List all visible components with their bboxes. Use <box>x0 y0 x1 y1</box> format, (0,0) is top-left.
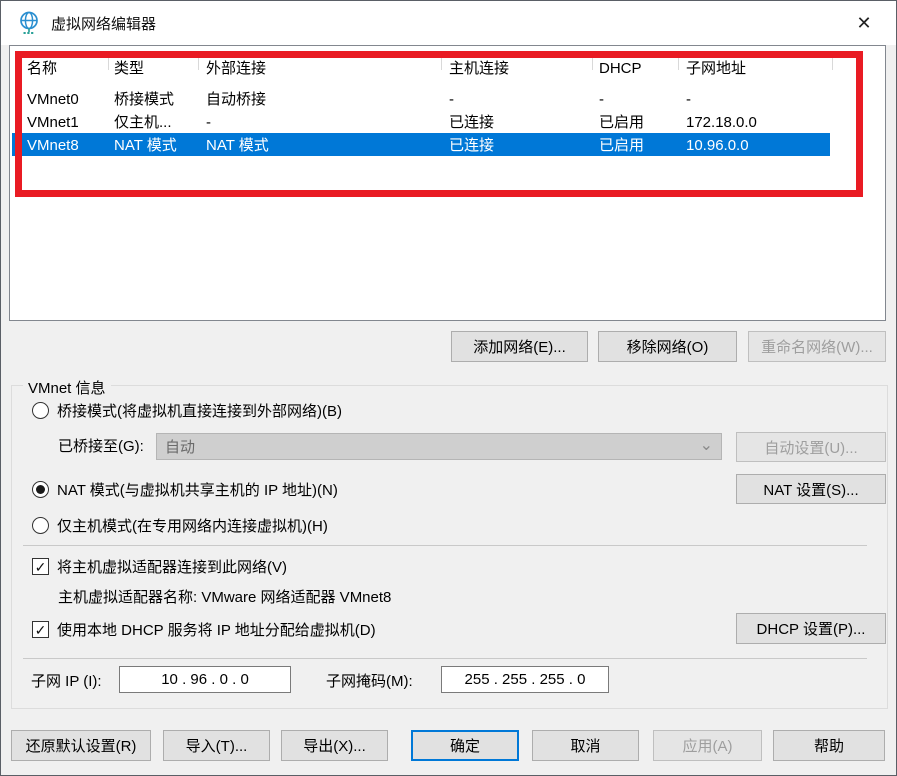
apply-button: 应用(A) <box>653 730 762 761</box>
remove-network-button[interactable]: 移除网络(O) <box>598 331 737 362</box>
bridged-to-label: 已桥接至(G): <box>58 437 144 457</box>
cell: 自动桥接 <box>206 88 266 111</box>
window-title: 虚拟网络编辑器 <box>51 13 156 34</box>
cell: - <box>686 88 691 111</box>
bridged-mode-radio[interactable] <box>32 402 49 419</box>
import-button[interactable]: 导入(T)... <box>163 730 270 761</box>
export-button[interactable]: 导出(X)... <box>281 730 388 761</box>
connect-adapter-checkbox[interactable]: ✓ <box>32 558 49 575</box>
header-divider <box>198 52 199 70</box>
add-network-button[interactable]: 添加网络(E)... <box>451 331 588 362</box>
cell: 已连接 <box>449 134 494 157</box>
column-header-dhcp[interactable]: DHCP <box>599 57 642 80</box>
network-globe-icon <box>16 10 42 36</box>
dhcp-settings-button[interactable]: DHCP 设置(P)... <box>736 613 886 644</box>
cell: VMnet0 <box>27 88 79 111</box>
cell: 172.18.0.0 <box>686 111 757 134</box>
vmnet-info-label: VMnet 信息 <box>23 377 111 398</box>
virtual-network-editor-window: 虚拟网络编辑器 ✕ 名称 类型 外部连接 主机连接 DHCP 子网地址 VMne… <box>0 0 897 776</box>
adapter-name-text: 主机虚拟适配器名称: VMware 网络适配器 VMnet8 <box>58 588 391 608</box>
bridged-to-value: 自动 <box>165 436 195 457</box>
header-divider <box>108 52 109 70</box>
check-icon: ✓ <box>35 623 47 637</box>
subnet-mask-label: 子网掩码(M): <box>326 672 413 692</box>
column-header-name[interactable]: 名称 <box>27 57 57 80</box>
check-icon: ✓ <box>35 560 47 574</box>
bridged-to-select: 自动 ⌄ <box>156 433 722 460</box>
connect-adapter-label[interactable]: 将主机虚拟适配器连接到此网络(V) <box>57 558 287 578</box>
cell: VMnet1 <box>27 111 79 134</box>
cell: NAT 模式 <box>114 134 177 157</box>
bridged-mode-label[interactable]: 桥接模式(将虚拟机直接连接到外部网络)(B) <box>57 402 342 422</box>
cell: 仅主机... <box>114 111 172 134</box>
cell: 已连接 <box>449 111 494 134</box>
use-dhcp-label[interactable]: 使用本地 DHCP 服务将 IP 地址分配给虚拟机(D) <box>57 621 376 641</box>
close-icon[interactable]: ✕ <box>844 9 884 37</box>
restore-defaults-button[interactable]: 还原默认设置(R) <box>11 730 151 761</box>
nat-mode-label[interactable]: NAT 模式(与虚拟机共享主机的 IP 地址)(N) <box>57 481 338 501</box>
cell: - <box>449 88 454 111</box>
help-button[interactable]: 帮助 <box>773 730 885 761</box>
cell: - <box>206 111 211 134</box>
nat-settings-button[interactable]: NAT 设置(S)... <box>736 474 886 504</box>
subnet-mask-value: 255 . 255 . 255 . 0 <box>465 671 586 688</box>
cell: 10.96.0.0 <box>686 134 749 157</box>
title-bar: 虚拟网络编辑器 ✕ <box>1 1 896 45</box>
cell: 桥接模式 <box>114 88 174 111</box>
header-divider <box>592 52 593 70</box>
ok-button[interactable]: 确定 <box>411 730 519 761</box>
subnet-ip-value: 10 . 96 . 0 . 0 <box>161 671 249 688</box>
separator <box>23 545 867 546</box>
subnet-ip-field[interactable]: 10 . 96 . 0 . 0 <box>119 666 291 693</box>
use-dhcp-checkbox[interactable]: ✓ <box>32 621 49 638</box>
column-header-type[interactable]: 类型 <box>114 57 144 80</box>
cell: VMnet8 <box>27 134 79 157</box>
subnet-mask-field[interactable]: 255 . 255 . 255 . 0 <box>441 666 609 693</box>
auto-settings-button: 自动设置(U)... <box>736 432 886 462</box>
subnet-ip-label: 子网 IP (I): <box>31 672 102 692</box>
rename-network-button: 重命名网络(W)... <box>748 331 886 362</box>
host-only-mode-radio[interactable] <box>32 517 49 534</box>
nat-mode-radio[interactable] <box>32 481 49 498</box>
cell: - <box>599 88 604 111</box>
column-header-host[interactable]: 主机连接 <box>449 57 509 80</box>
column-header-subnet[interactable]: 子网地址 <box>686 57 746 80</box>
chevron-down-icon: ⌄ <box>700 435 713 455</box>
host-only-mode-label[interactable]: 仅主机模式(在专用网络内连接虚拟机)(H) <box>57 517 328 537</box>
cell: NAT 模式 <box>206 134 269 157</box>
separator <box>23 658 867 659</box>
cancel-button[interactable]: 取消 <box>532 730 639 761</box>
network-list[interactable]: 名称 类型 外部连接 主机连接 DHCP 子网地址 VMnet0 桥接模式 自动… <box>9 45 886 321</box>
cell: 已启用 <box>599 111 644 134</box>
header-divider <box>832 52 833 70</box>
header-divider <box>678 52 679 70</box>
column-header-external[interactable]: 外部连接 <box>206 57 266 80</box>
cell: 已启用 <box>599 134 644 157</box>
header-divider <box>441 52 442 70</box>
